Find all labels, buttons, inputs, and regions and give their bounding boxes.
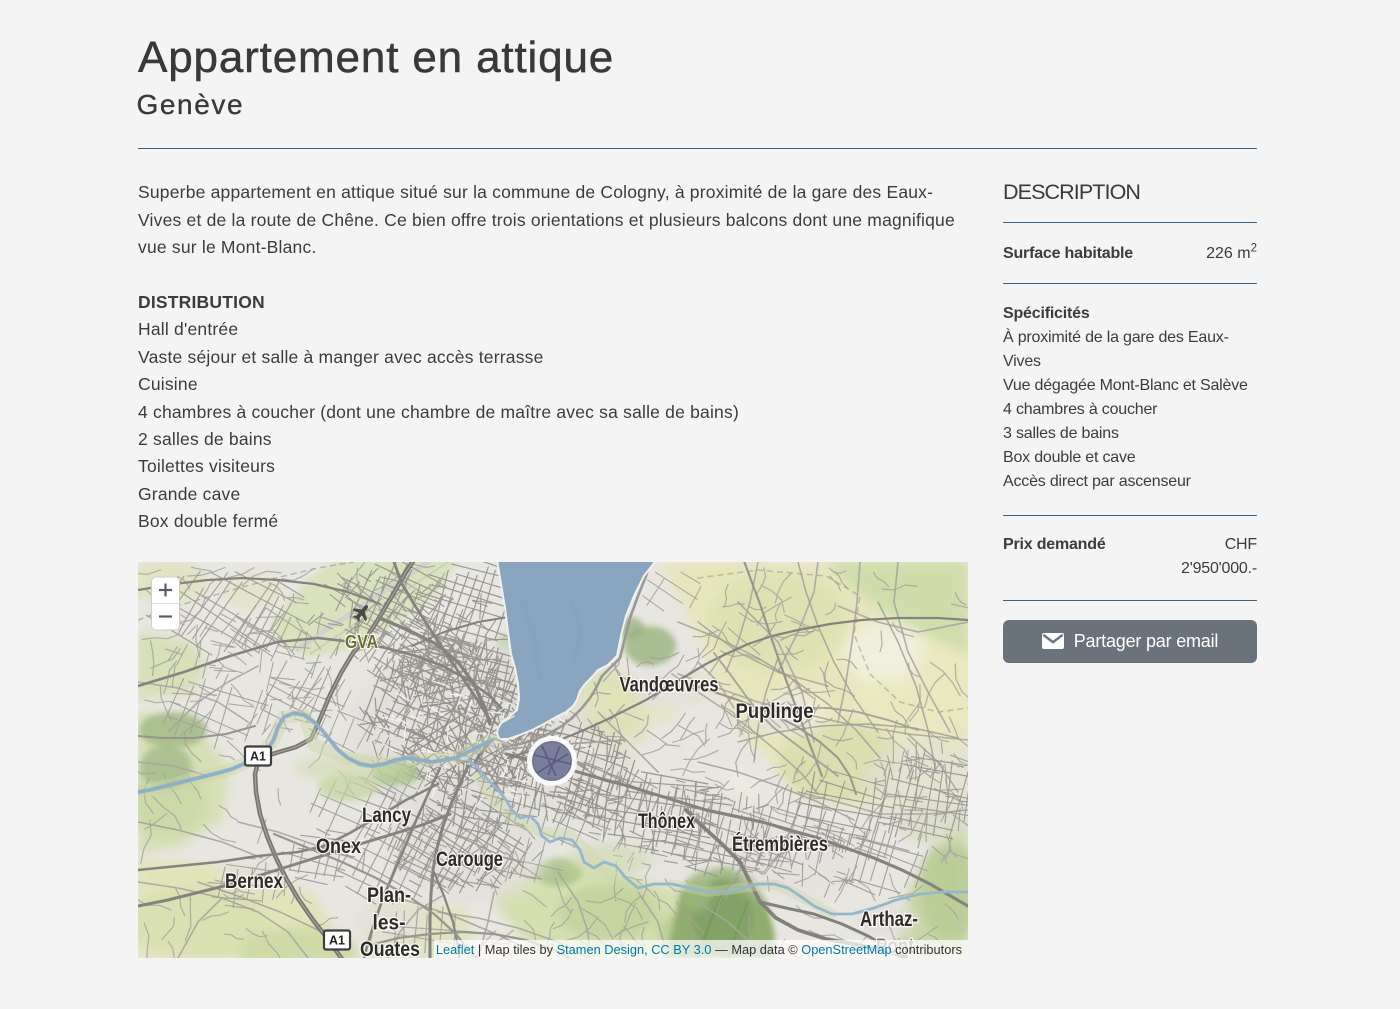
svg-text:A1: A1	[250, 750, 266, 764]
svg-text:Carouge: Carouge	[436, 848, 503, 871]
svg-text:A1: A1	[329, 934, 345, 948]
svg-text:Ouates: Ouates	[360, 938, 420, 958]
svg-text:Puplinge: Puplinge	[736, 700, 814, 723]
svg-text:Bernex: Bernex	[225, 870, 283, 893]
svg-text:GVA: GVA	[345, 632, 378, 652]
svg-text:Vandœuvres: Vandœuvres	[620, 674, 719, 697]
svg-text:Étrembières: Étrembières	[732, 833, 828, 856]
svg-text:Arthaz-: Arthaz-	[860, 908, 918, 931]
svg-text:Plan-: Plan-	[367, 884, 411, 907]
svg-text:Leaflet | Map tiles by Stamen: Leaflet | Map tiles by Stamen Design, CC…	[436, 942, 962, 957]
svg-text:Thônex: Thônex	[638, 810, 695, 833]
svg-text:Lancy: Lancy	[362, 804, 411, 827]
svg-text:les-: les-	[373, 912, 406, 935]
svg-text:Onex: Onex	[316, 835, 361, 858]
